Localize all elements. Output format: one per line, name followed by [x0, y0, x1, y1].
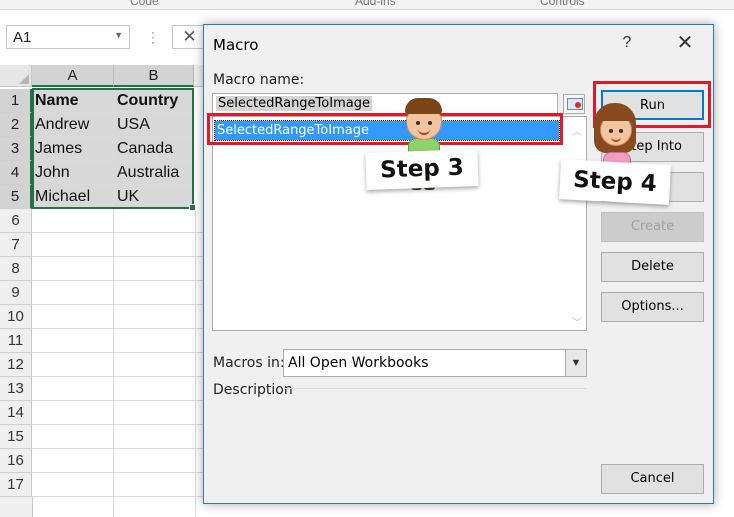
row-header[interactable]: 17 — [0, 473, 32, 497]
name-box-value: A1 — [13, 29, 32, 46]
row-header[interactable]: 3 — [0, 137, 32, 161]
chevron-down-icon[interactable]: ▼ — [114, 30, 123, 40]
row-header[interactable]: 4 — [0, 161, 32, 185]
macros-in-select[interactable]: All Open Workbooks ▼ — [283, 349, 587, 377]
row-header[interactable]: 14 — [0, 401, 32, 425]
row-header[interactable]: 11 — [0, 329, 32, 353]
row-header[interactable]: 2 — [0, 113, 32, 137]
ribbon-strip: Code Add-ins Controls — [0, 0, 734, 10]
more-dots-icon: ⋮ — [146, 29, 160, 45]
row-header[interactable]: 5 — [0, 185, 32, 209]
empty-grid[interactable] — [32, 209, 204, 517]
ribbon-group-addins: Add-ins — [355, 0, 396, 8]
delete-button[interactable]: Delete — [601, 252, 704, 282]
macro-name-value: SelectedRangeToImage — [216, 96, 372, 111]
ribbon-group-code: Code — [130, 0, 159, 8]
create-button[interactable]: Create — [601, 212, 704, 242]
row-header[interactable]: 8 — [0, 257, 32, 281]
row-header[interactable]: 10 — [0, 305, 32, 329]
description-divider — [284, 388, 587, 389]
name-box[interactable]: A1 ▼ — [6, 25, 130, 49]
select-all-corner[interactable] — [0, 65, 32, 87]
formula-cancel-button[interactable]: ✕ — [172, 25, 206, 49]
dialog-title: Macro — [213, 36, 259, 54]
cancel-button[interactable]: Cancel — [601, 464, 704, 494]
highlight-list-item — [207, 113, 563, 145]
scroll-up-icon[interactable]: ︿ — [571, 123, 583, 138]
macros-in-label: Macros in: — [213, 355, 285, 371]
row-header[interactable]: 13 — [0, 377, 32, 401]
options-button[interactable]: Options... — [601, 292, 704, 322]
chevron-down-icon[interactable]: ▼ — [565, 350, 586, 376]
macro-name-input[interactable]: SelectedRangeToImage — [212, 93, 558, 115]
description-label: Description — [213, 382, 293, 398]
step-3-label: Step 3 — [365, 149, 479, 190]
selection-range-border — [32, 88, 196, 211]
browse-macro-icon[interactable] — [563, 94, 585, 114]
step-4-label: Step 4 — [559, 159, 671, 205]
row-header[interactable]: 9 — [0, 281, 32, 305]
close-button[interactable]: ✕ — [674, 32, 696, 54]
row-header[interactable]: 15 — [0, 425, 32, 449]
row-header[interactable]: 6 — [0, 209, 32, 233]
scroll-down-icon[interactable]: ﹀ — [571, 314, 583, 329]
help-button[interactable]: ? — [616, 32, 638, 54]
macro-name-label: Macro name: — [213, 72, 305, 88]
row-header[interactable]: 1 — [0, 89, 32, 113]
macros-in-value: All Open Workbooks — [288, 355, 429, 371]
column-header-a[interactable]: A — [32, 65, 114, 87]
row-header[interactable]: 12 — [0, 353, 32, 377]
row-header[interactable]: 16 — [0, 449, 32, 473]
column-header-b[interactable]: B — [114, 65, 194, 87]
row-header[interactable]: 7 — [0, 233, 32, 257]
row-header-partial — [0, 497, 33, 517]
ribbon-group-controls: Controls — [540, 0, 585, 8]
